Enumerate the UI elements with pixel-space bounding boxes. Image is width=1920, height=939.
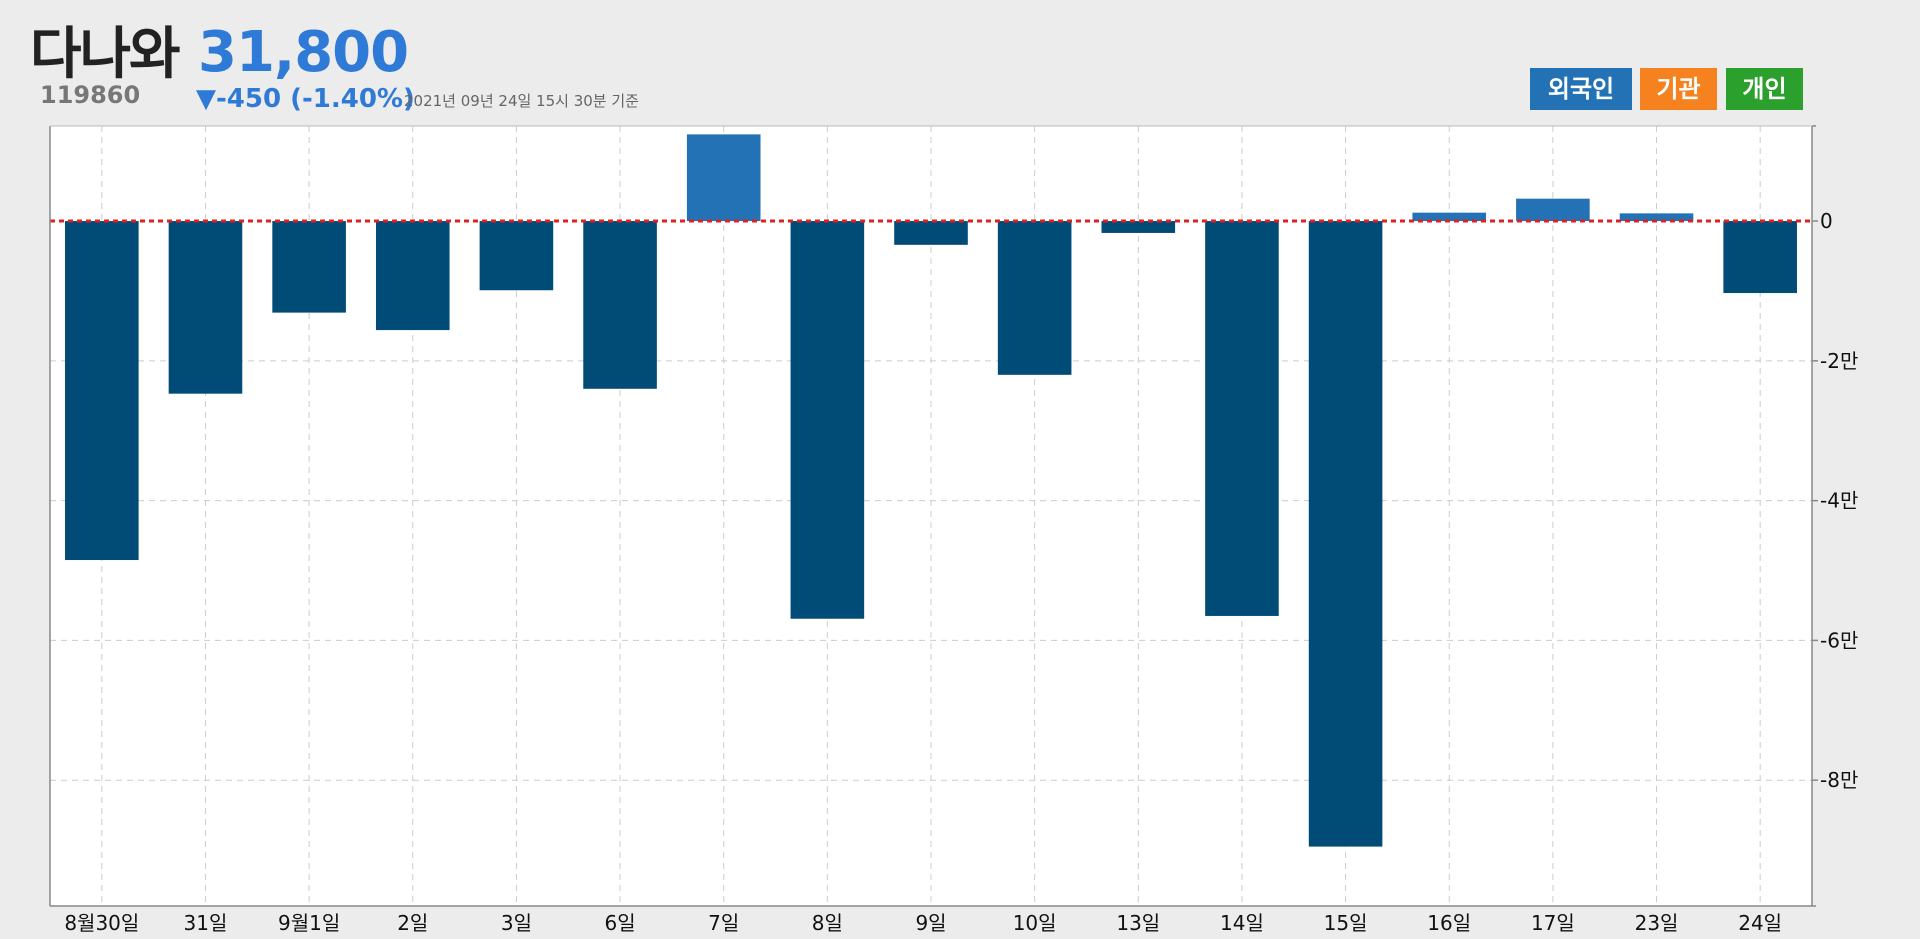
- bar-6일[interactable]: [583, 221, 657, 389]
- y-tick-label: -6만: [1820, 628, 1858, 652]
- y-tick-label: 0: [1820, 209, 1833, 233]
- x-tick-label: 15일: [1324, 911, 1368, 935]
- x-tick-label: 10일: [1013, 911, 1057, 935]
- bar-15일[interactable]: [1308, 221, 1383, 847]
- x-tick-label: 6일: [604, 911, 635, 935]
- bar-13일[interactable]: [1101, 221, 1176, 233]
- x-tick-label: 17일: [1531, 911, 1575, 935]
- x-tick-label: 13일: [1116, 911, 1160, 935]
- x-tick-label: 14일: [1220, 911, 1264, 935]
- x-tick-label: 23일: [1635, 911, 1679, 935]
- bar-9일[interactable]: [894, 221, 968, 245]
- bar-17일[interactable]: [1516, 198, 1590, 222]
- x-tick-label: 24일: [1738, 911, 1782, 935]
- bar-chart: 0 -2만 -4만 -6만 -8만 8월30일 31일 9월1일 2일 3일 6일 7일 8일 9일 10일…: [49, 125, 1858, 935]
- x-tick-label: 9월1일: [278, 911, 340, 935]
- bar-3일[interactable]: [479, 221, 554, 291]
- bar-2일[interactable]: [375, 221, 450, 331]
- bar-7일[interactable]: [686, 134, 761, 222]
- y-tick-label: -2만: [1820, 349, 1858, 373]
- bar-14일[interactable]: [1205, 221, 1279, 616]
- bar-24일[interactable]: [1723, 221, 1797, 294]
- x-tick-label: 8일: [812, 911, 843, 935]
- x-tick-label: 8월30일: [64, 911, 139, 935]
- bar-9월1일[interactable]: [272, 221, 346, 313]
- y-tick-label: -8만: [1820, 768, 1858, 792]
- x-tick-label: 31일: [184, 911, 228, 935]
- y-tick-label: -4만: [1820, 489, 1858, 513]
- bar-8일[interactable]: [790, 221, 865, 619]
- x-tick-label: 3일: [501, 911, 532, 935]
- x-tick-label: 9일: [915, 911, 946, 935]
- bar-10일[interactable]: [997, 221, 1072, 375]
- bar-8월30일[interactable]: [65, 221, 139, 561]
- x-tick-label: 2일: [397, 911, 428, 935]
- bar-31일[interactable]: [168, 221, 243, 394]
- x-tick-label: 16일: [1427, 911, 1471, 935]
- x-tick-label: 7일: [708, 911, 739, 935]
